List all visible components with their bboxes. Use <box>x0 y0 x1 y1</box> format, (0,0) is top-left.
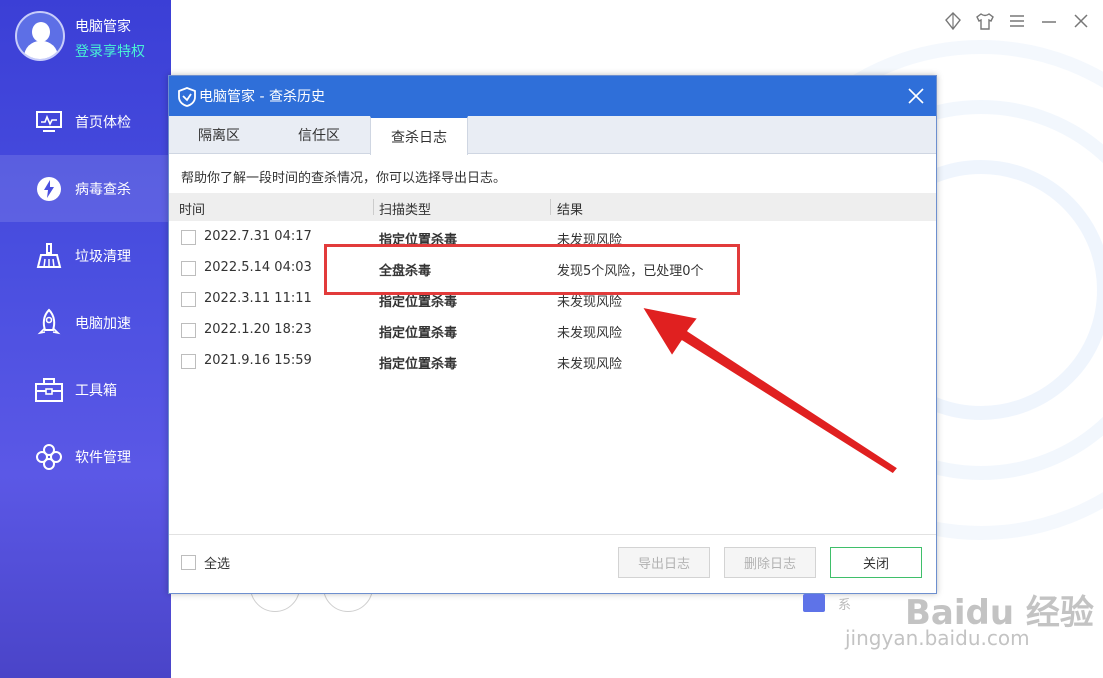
watermark-url: jingyan.baidu.com <box>845 626 1030 650</box>
background-text: 系 <box>838 598 852 613</box>
red-arrow-annotation <box>641 306 899 475</box>
calendar-icon <box>803 594 825 612</box>
